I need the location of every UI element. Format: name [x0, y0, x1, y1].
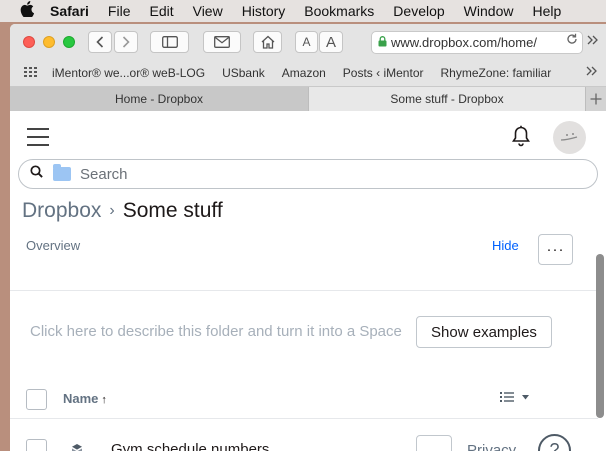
url-text: www.dropbox.com/home/	[391, 35, 537, 50]
favorite-link-imentor-blog[interactable]: iMentor® we...or® weB-LOG	[52, 66, 205, 80]
search-input[interactable]: Search	[18, 159, 598, 189]
share-mail-button[interactable]	[203, 31, 241, 53]
browser-window: A A www.dropbox.com/home/ iMentor® we...…	[10, 24, 606, 451]
select-all-checkbox[interactable]	[26, 389, 47, 410]
apple-icon[interactable]	[20, 1, 36, 21]
home-icon	[261, 35, 274, 49]
menu-file[interactable]: File	[108, 3, 131, 19]
account-avatar[interactable]	[553, 121, 586, 154]
name-column-header[interactable]: Name ↑	[63, 391, 107, 406]
forward-button[interactable]	[114, 31, 138, 53]
favorites-grid-icon[interactable]	[24, 66, 38, 80]
caret-down-icon	[522, 394, 529, 399]
row-checkbox[interactable]	[26, 439, 47, 451]
menu-history[interactable]: History	[242, 3, 286, 19]
folder-icon	[53, 164, 71, 181]
dropbox-page: Search Dropbox › Some stuff Overview Hid…	[10, 111, 606, 451]
close-window-button[interactable]	[23, 36, 35, 48]
privacy-link[interactable]: Privacy	[467, 442, 516, 451]
favorite-link-posts-imentor[interactable]: Posts ‹ iMentor	[343, 66, 424, 80]
menu-edit[interactable]: Edit	[149, 3, 173, 19]
breadcrumb-root-link[interactable]: Dropbox	[22, 199, 101, 223]
menu-help[interactable]: Help	[532, 3, 561, 19]
browser-toolbar: A A www.dropbox.com/home/ iMentor® we...…	[10, 24, 606, 87]
menu-app-name[interactable]: Safari	[50, 3, 89, 19]
toolbar-overflow-icon[interactable]	[587, 33, 599, 48]
chevron-left-icon	[96, 36, 104, 48]
sort-ascending-icon: ↑	[101, 394, 107, 406]
mac-menubar: Safari File Edit View History Bookmarks …	[0, 0, 606, 22]
zoom-window-button[interactable]	[63, 36, 75, 48]
lock-icon	[378, 35, 387, 50]
favorite-link-usbank[interactable]: USbank	[222, 66, 265, 80]
breadcrumb-separator: ›	[109, 202, 115, 219]
font-larger-button[interactable]: A	[319, 31, 343, 53]
search-placeholder: Search	[80, 165, 128, 183]
file-name-link[interactable]: Gym schedule.numbers	[111, 441, 269, 451]
overview-label: Overview	[26, 238, 81, 253]
numbers-file-icon	[67, 439, 87, 451]
menu-bookmarks[interactable]: Bookmarks	[304, 3, 374, 19]
tab-home-dropbox[interactable]: Home - Dropbox	[10, 87, 309, 111]
minimize-window-button[interactable]	[43, 36, 55, 48]
envelope-icon	[214, 36, 230, 48]
name-column-label: Name	[63, 391, 99, 406]
menu-view[interactable]: View	[193, 3, 223, 19]
home-button[interactable]	[253, 31, 282, 53]
tab-some-stuff-dropbox[interactable]: Some stuff - Dropbox	[309, 87, 586, 111]
breadcrumb: Dropbox › Some stuff	[22, 199, 223, 223]
plus-icon	[590, 93, 602, 105]
notifications-bell-icon[interactable]	[511, 125, 531, 152]
favorites-bar: iMentor® we...or® weB-LOG USbank Amazon …	[10, 62, 606, 84]
folder-more-button[interactable]: ···	[538, 234, 573, 265]
favorite-link-amazon[interactable]: Amazon	[282, 66, 326, 80]
search-icon	[30, 165, 43, 183]
show-examples-button[interactable]: Show examples	[416, 316, 552, 348]
view-options-button[interactable]	[500, 391, 529, 403]
favorites-overflow-icon[interactable]	[586, 65, 598, 79]
favorite-link-rhymezone[interactable]: RhymeZone: familiar	[441, 66, 552, 80]
new-tab-button[interactable]	[586, 87, 606, 111]
menu-develop[interactable]: Develop	[393, 3, 444, 19]
menu-window[interactable]: Window	[464, 3, 514, 19]
overview-divider	[10, 290, 598, 291]
tab-bar: Home - Dropbox Some stuff - Dropbox	[10, 87, 606, 112]
page-title: Some stuff	[122, 199, 223, 222]
header-row-divider	[10, 418, 598, 419]
font-smaller-button[interactable]: A	[295, 31, 318, 53]
page-scrollbar[interactable]	[596, 254, 604, 418]
file-more-button[interactable]: ···	[416, 435, 452, 451]
chevron-right-icon	[122, 36, 130, 48]
window-controls	[23, 36, 75, 48]
reload-icon[interactable]	[564, 33, 578, 48]
help-button[interactable]: ?	[538, 434, 571, 451]
list-view-icon	[500, 392, 514, 402]
sidebar-icon	[161, 36, 178, 48]
address-bar[interactable]: www.dropbox.com/home/	[371, 31, 583, 54]
hide-overview-link[interactable]: Hide	[492, 238, 519, 253]
folder-description-field[interactable]: Click here to describe this folder and t…	[30, 323, 402, 340]
back-button[interactable]	[88, 31, 112, 53]
avatar-face-icon	[560, 132, 577, 141]
hamburger-menu-icon[interactable]	[27, 128, 49, 152]
sidebar-button[interactable]	[150, 31, 189, 53]
